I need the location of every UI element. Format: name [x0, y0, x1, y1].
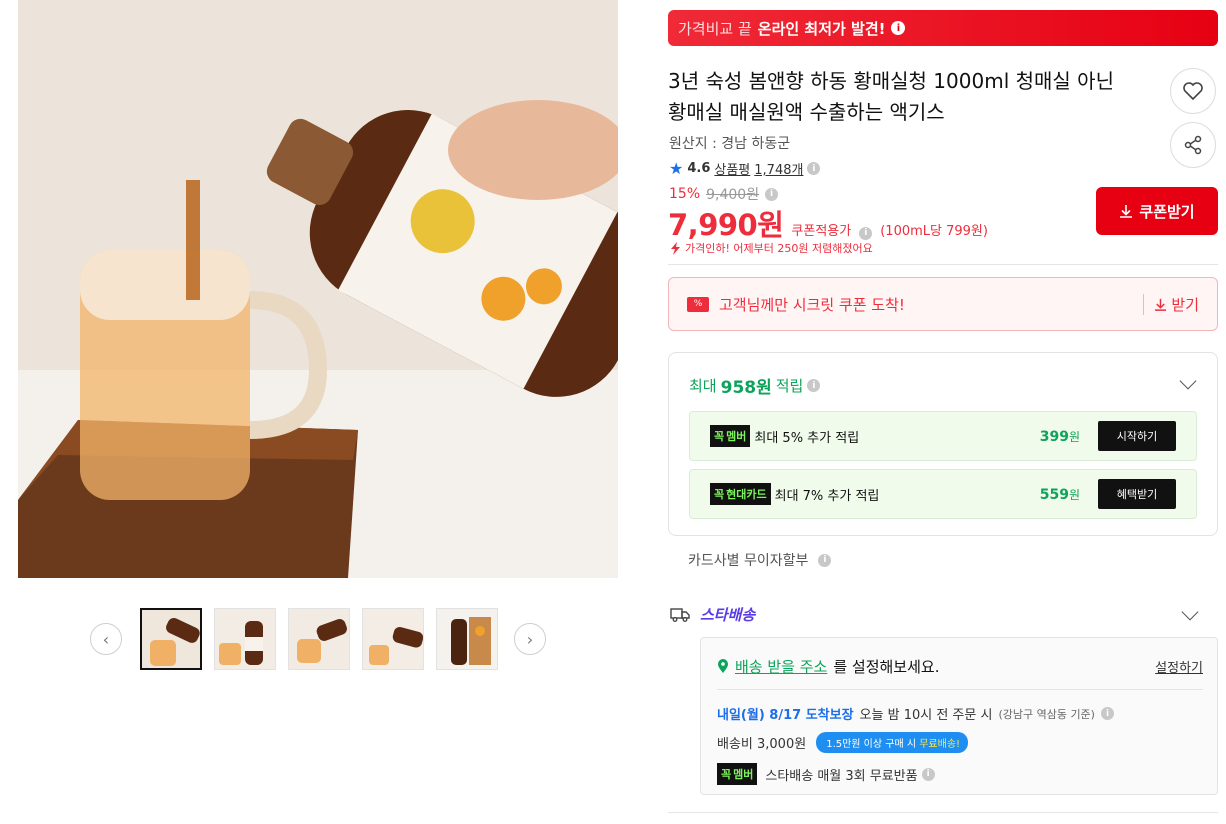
unit-price: (100mL당 799원) [880, 224, 988, 239]
shipping-fee: 배송비 3,000원 [717, 737, 807, 752]
info-icon[interactable]: i [818, 553, 832, 567]
thumbnail-3[interactable] [288, 608, 350, 670]
reward-item-text: 최대 7% 추가 적립 [774, 488, 880, 504]
star-icon: ★ [669, 159, 684, 178]
coupon-icon: % [687, 296, 709, 312]
chevron-down-icon[interactable] [1179, 372, 1197, 390]
info-icon[interactable]: i [891, 21, 906, 35]
address-suffix: 를 설정해보세요. [833, 658, 940, 676]
shipping-box: 배송 받을 주소 를 설정해보세요. 설정하기 내일(월) 8/17 도착보장 … [700, 637, 1218, 795]
get-coupon-button[interactable]: 쿠폰받기 [1096, 187, 1218, 235]
lowest-price-banner[interactable]: 가격비교 끝 온라인 최저가 발견! i [668, 10, 1218, 46]
share-icon [1184, 135, 1202, 155]
chevron-left-icon[interactable]: ‹ [90, 623, 122, 655]
eta-text: 오늘 밤 10시 전 주문 시 [859, 708, 993, 723]
banner-light-text: 가격비교 끝 [678, 19, 752, 38]
info-icon[interactable]: i [765, 187, 779, 201]
secret-coupon-box[interactable]: % 고객님께만 시크릿 쿠폰 도착! 받기 [668, 277, 1218, 331]
price-row: 7,990원 쿠폰적용가 i (100mL당 799원) [668, 202, 988, 244]
info-icon[interactable]: i [921, 767, 935, 781]
info-icon[interactable]: i [807, 162, 821, 175]
return-text: 스타배송 매월 3회 무료반품 [765, 768, 918, 784]
wishlist-button[interactable] [1170, 68, 1216, 114]
reward-item-card: 꼭 현대카드 최대 7% 추가 적립 559원 혜택받기 [689, 469, 1197, 519]
reward-item-amount: 399원 [1039, 428, 1080, 445]
installment-row[interactable]: 카드사별 무이자할부 i [688, 550, 832, 570]
reward-head-prefix: 최대 [689, 377, 717, 395]
eta-note: (강남구 역삼동 기준) [998, 707, 1095, 721]
thumbnail-1[interactable] [140, 608, 202, 670]
info-icon[interactable]: i [859, 226, 873, 240]
discount-row: 15% 9,400원 i [669, 184, 779, 204]
thumbnail-2[interactable] [214, 608, 276, 670]
reward-head-suffix: 적립 [775, 377, 804, 395]
thumbnail-strip: ‹ › [90, 608, 550, 670]
chevron-down-icon[interactable] [1181, 603, 1199, 621]
truck-icon [670, 608, 690, 622]
divider [668, 264, 1218, 265]
secret-coupon-get-button[interactable]: 받기 [1143, 293, 1199, 315]
download-icon [1155, 298, 1167, 311]
secret-coupon-text: 고객님께만 시크릿 쿠폰 도착! [719, 295, 905, 314]
reward-box: 최대 958원 적립 i 꼭 멤버 최대 5% 추가 적립 399원 시작하기 꼭… [668, 352, 1218, 536]
reward-item-amount: 559원 [1039, 486, 1080, 503]
rating-score: 4.6 [687, 161, 711, 176]
discount-percent: 15% [669, 186, 701, 202]
get-coupon-label: 쿠폰받기 [1139, 202, 1195, 221]
card-badge: 꼭 현대카드 [710, 483, 771, 505]
info-icon[interactable]: i [807, 379, 821, 392]
lightning-icon [671, 241, 680, 255]
free-shipping-tag: 1.5만원 이상 구매 시 무료배송! [816, 732, 969, 753]
thumbnail-5[interactable] [436, 608, 498, 670]
thumbnail-4[interactable] [362, 608, 424, 670]
member-badge: 꼭 멤버 [717, 763, 758, 785]
share-button[interactable] [1170, 122, 1216, 168]
divider [668, 812, 1218, 813]
chevron-right-icon[interactable]: › [514, 623, 546, 655]
product-title: 3년 숙성 봄앤향 하동 황매실청 1000ml 청매실 아닌 황매실 매실원액… [668, 66, 1148, 128]
set-address-button[interactable]: 설정하기 [1155, 657, 1203, 676]
original-price: 9,400원 [706, 187, 760, 203]
rating-row: ★ 4.6 상품평 1,748개 i [669, 159, 821, 178]
divider [717, 689, 1203, 690]
location-pin-icon [718, 659, 728, 673]
download-icon [1120, 205, 1133, 218]
installment-text: 카드사별 무이자할부 [688, 553, 809, 569]
member-badge: 꼭 멤버 [710, 425, 751, 447]
product-main-image [18, 0, 618, 578]
banner-strong-text: 온라인 최저가 발견! [757, 19, 886, 38]
address-link[interactable]: 배송 받을 주소 [735, 656, 827, 677]
origin-text: 원산지 : 경남 하동군 [669, 136, 791, 152]
eta-row: 내일(월) 8/17 도착보장 오늘 밤 10시 전 주문 시 (강남구 역삼동… [717, 704, 1114, 723]
review-count[interactable]: 1,748개 [754, 159, 803, 178]
product-title-line2: 황매실 매실원액 수출하는 액기스 [668, 100, 945, 124]
get-benefit-button[interactable]: 혜택받기 [1098, 479, 1176, 509]
info-icon[interactable]: i [1100, 707, 1114, 720]
reward-head[interactable]: 최대 958원 적립 i [689, 373, 821, 398]
heart-icon [1183, 82, 1203, 100]
secret-coupon-get-label: 받기 [1171, 295, 1199, 314]
eta-date: 내일(월) 8/17 도착보장 [717, 708, 854, 723]
reward-item-member: 꼭 멤버 최대 5% 추가 적립 399원 시작하기 [689, 411, 1197, 461]
sale-price: 7,990원 [668, 208, 784, 242]
reward-item-text: 최대 5% 추가 적립 [754, 430, 860, 446]
price-drop-text: 가격인하! 어제부터 250원 저렴해졌어요 [685, 242, 873, 255]
review-label[interactable]: 상품평 [714, 159, 750, 178]
product-title-line1: 3년 숙성 봄앤향 하동 황매실청 1000ml 청매실 아닌 [668, 69, 1114, 93]
shipping-header: 스타배송 [670, 604, 755, 625]
start-button[interactable]: 시작하기 [1098, 421, 1176, 451]
price-label: 쿠폰적용가 [791, 224, 852, 239]
return-row: 꼭 멤버 스타배송 매월 3회 무료반품 i [717, 763, 935, 785]
address-row: 배송 받을 주소 를 설정해보세요. [717, 656, 939, 677]
price-drop-note: 가격인하! 어제부터 250원 저렴해졌어요 [670, 240, 873, 256]
star-delivery-logo: 스타배송 [700, 606, 756, 624]
reward-head-amount: 958원 [720, 378, 772, 398]
fee-row: 배송비 3,000원 1.5만원 이상 구매 시 무료배송! [717, 732, 969, 753]
